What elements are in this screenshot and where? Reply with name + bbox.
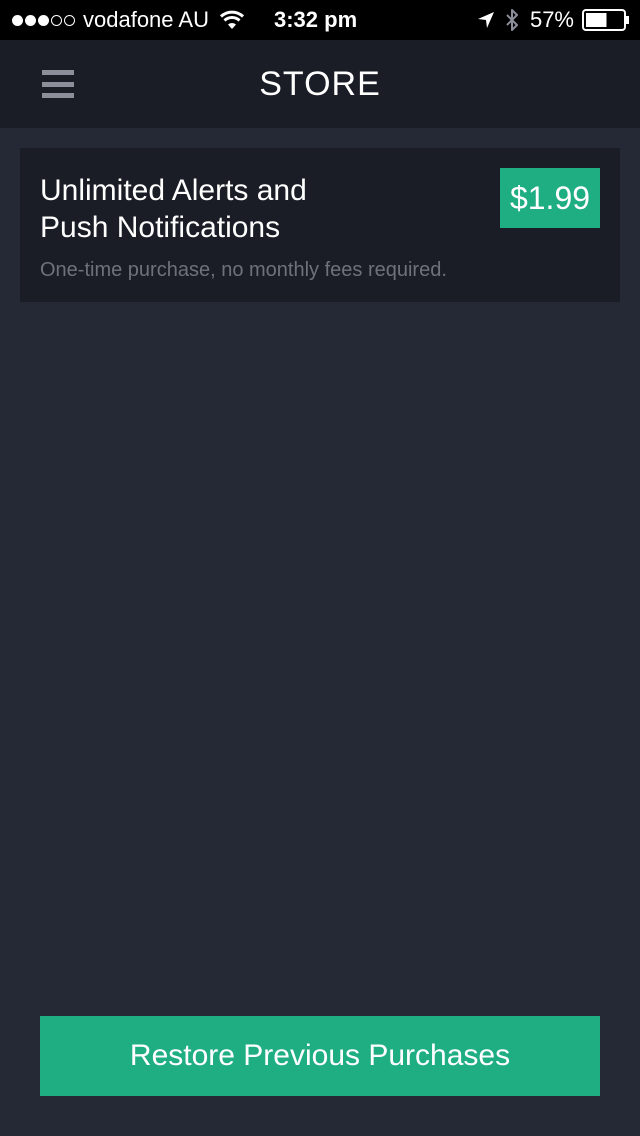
product-card[interactable]: Unlimited Alerts and Push Notifications … [20,148,620,302]
signal-dot [38,14,49,26]
location-arrow-icon [477,12,494,28]
status-time: 3:32 pm [274,7,358,32]
buy-price-button[interactable]: $1.99 [500,168,600,228]
signal-dot [12,14,23,26]
battery-icon [582,9,629,31]
status-bar-right: 57% [476,0,630,40]
page-title: STORE [259,65,381,103]
bluetooth-icon [506,9,518,31]
nav-bar: STORE [0,40,640,128]
product-description: One-time purchase, no monthly fees requi… [40,259,447,281]
restore-purchases-button[interactable]: Restore Previous Purchases [40,1016,600,1096]
product-title: Unlimited Alerts and Push Notifications [40,174,307,244]
signal-dot [64,14,75,26]
signal-strength-icon [12,14,75,26]
status-bar: vodafone AU 3:32 pm 57% [0,0,640,40]
wifi-icon [219,10,245,29]
carrier-name: vodafone AU [83,7,209,32]
signal-dot [25,14,36,26]
battery-percent: 57% [529,7,574,32]
signal-dot [51,14,62,26]
status-bar-left: vodafone AU [12,0,245,40]
